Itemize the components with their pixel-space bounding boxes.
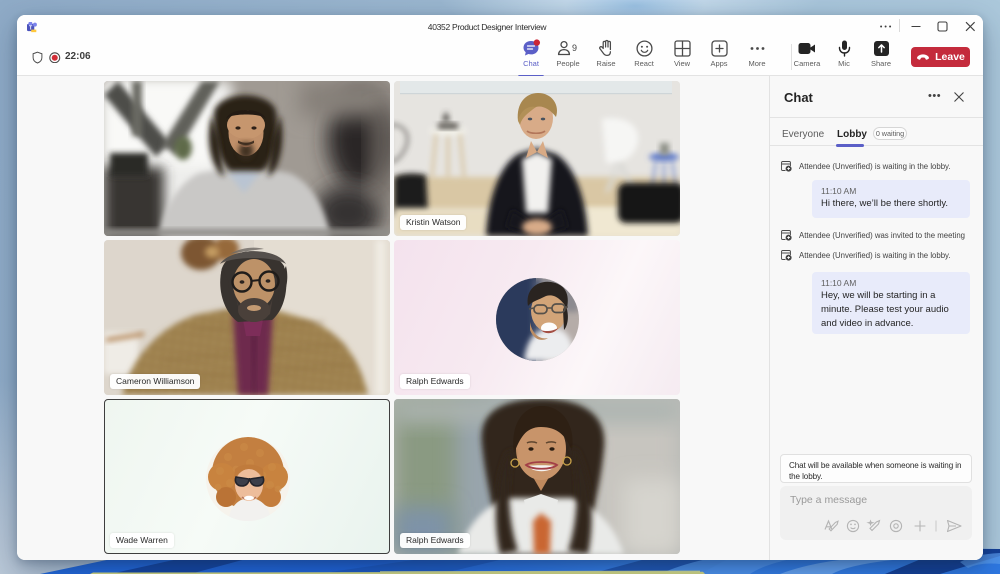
svg-text:9: 9 (572, 43, 577, 53)
